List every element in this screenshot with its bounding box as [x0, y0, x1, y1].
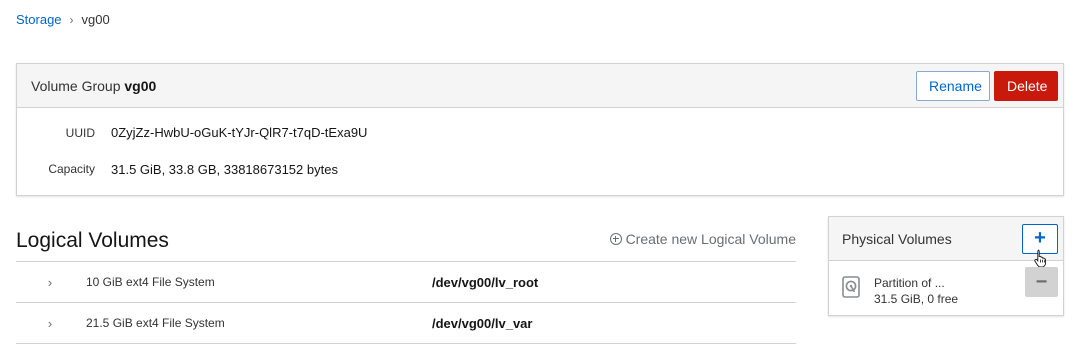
- list-item: Partition of ... 31.5 GiB, 0 free −: [829, 261, 1063, 316]
- logical-volumes-header: Logical Volumes Create new Logical Volum…: [16, 225, 796, 253]
- remove-physical-volume-button[interactable]: −: [1025, 267, 1058, 297]
- add-physical-volume-button[interactable]: +: [1022, 223, 1058, 267]
- volume-group-title: Volume Group vg00: [31, 78, 156, 94]
- delete-button[interactable]: Delete: [994, 70, 1058, 101]
- logical-volumes-table: › 10 GiB ext4 File System /dev/vg00/lv_r…: [16, 261, 796, 344]
- physical-volumes-header: Physical Volumes +: [829, 217, 1063, 267]
- capacity-value: 31.5 GiB, 33.8 GB, 33818673152 bytes: [111, 161, 338, 177]
- volume-group-card: Volume Group vg00 Rename Delete UUID 0Zy…: [16, 63, 1064, 196]
- plus-circle-icon: [609, 233, 622, 245]
- table-row[interactable]: › 10 GiB ext4 File System /dev/vg00/lv_r…: [16, 261, 796, 302]
- uuid-label: UUID: [65, 125, 95, 140]
- volume-group-header: Volume Group vg00 Rename Delete: [17, 64, 1063, 108]
- chevron-right-icon[interactable]: ›: [44, 275, 56, 290]
- logical-volumes-title: Logical Volumes: [16, 229, 169, 252]
- chevron-right-icon[interactable]: ›: [44, 316, 56, 331]
- physical-volumes-title: Physical Volumes: [842, 230, 952, 247]
- create-logical-volume-label: Create new Logical Volume: [625, 231, 796, 247]
- volume-group-details: UUID 0ZyjZz-HwbU-oGuK-tYJr-QlR7-t7qD-tEx…: [17, 114, 1063, 187]
- volume-group-title-prefix: Volume Group: [31, 77, 121, 94]
- create-logical-volume-link[interactable]: Create new Logical Volume: [609, 231, 796, 247]
- table-row[interactable]: › 21.5 GiB ext4 File System /dev/vg00/lv…: [16, 302, 796, 344]
- volume-group-actions: Rename Delete: [916, 70, 1058, 101]
- capacity-label: Capacity: [48, 162, 95, 176]
- minus-icon: −: [1035, 271, 1048, 293]
- physical-volume-size: 31.5 GiB, 0 free: [874, 292, 959, 306]
- volume-group-name: vg00: [124, 77, 157, 94]
- breadcrumb-current: vg00: [81, 12, 110, 27]
- physical-volume-name: Partition of ...: [874, 276, 945, 290]
- hard-disk-icon: [842, 276, 860, 298]
- breadcrumb: Storage › vg00: [16, 12, 110, 27]
- logical-volume-path: /dev/vg00/lv_var: [432, 315, 533, 331]
- logical-volumes-section: Logical Volumes Create new Logical Volum…: [16, 225, 796, 344]
- uuid-value: 0ZyjZz-HwbU-oGuK-tYJr-QlR7-t7qD-tExa9U: [111, 125, 368, 140]
- breadcrumb-storage-link[interactable]: Storage: [16, 12, 62, 27]
- plus-icon: +: [1034, 226, 1046, 249]
- logical-volume-description: 10 GiB ext4 File System: [86, 275, 215, 289]
- uuid-row: UUID 0ZyjZz-HwbU-oGuK-tYJr-QlR7-t7qD-tEx…: [31, 114, 1049, 151]
- physical-volume-info: Partition of ... 31.5 GiB, 0 free: [874, 275, 958, 307]
- capacity-row: Capacity 31.5 GiB, 33.8 GB, 33818673152 …: [31, 151, 1049, 187]
- rename-button[interactable]: Rename: [916, 70, 990, 101]
- logical-volume-path: /dev/vg00/lv_root: [432, 274, 539, 290]
- chevron-right-icon: ›: [69, 12, 74, 27]
- logical-volume-description: 21.5 GiB ext4 File System: [86, 316, 225, 330]
- physical-volumes-card: Physical Volumes + Partition of ... 31.5…: [828, 216, 1064, 316]
